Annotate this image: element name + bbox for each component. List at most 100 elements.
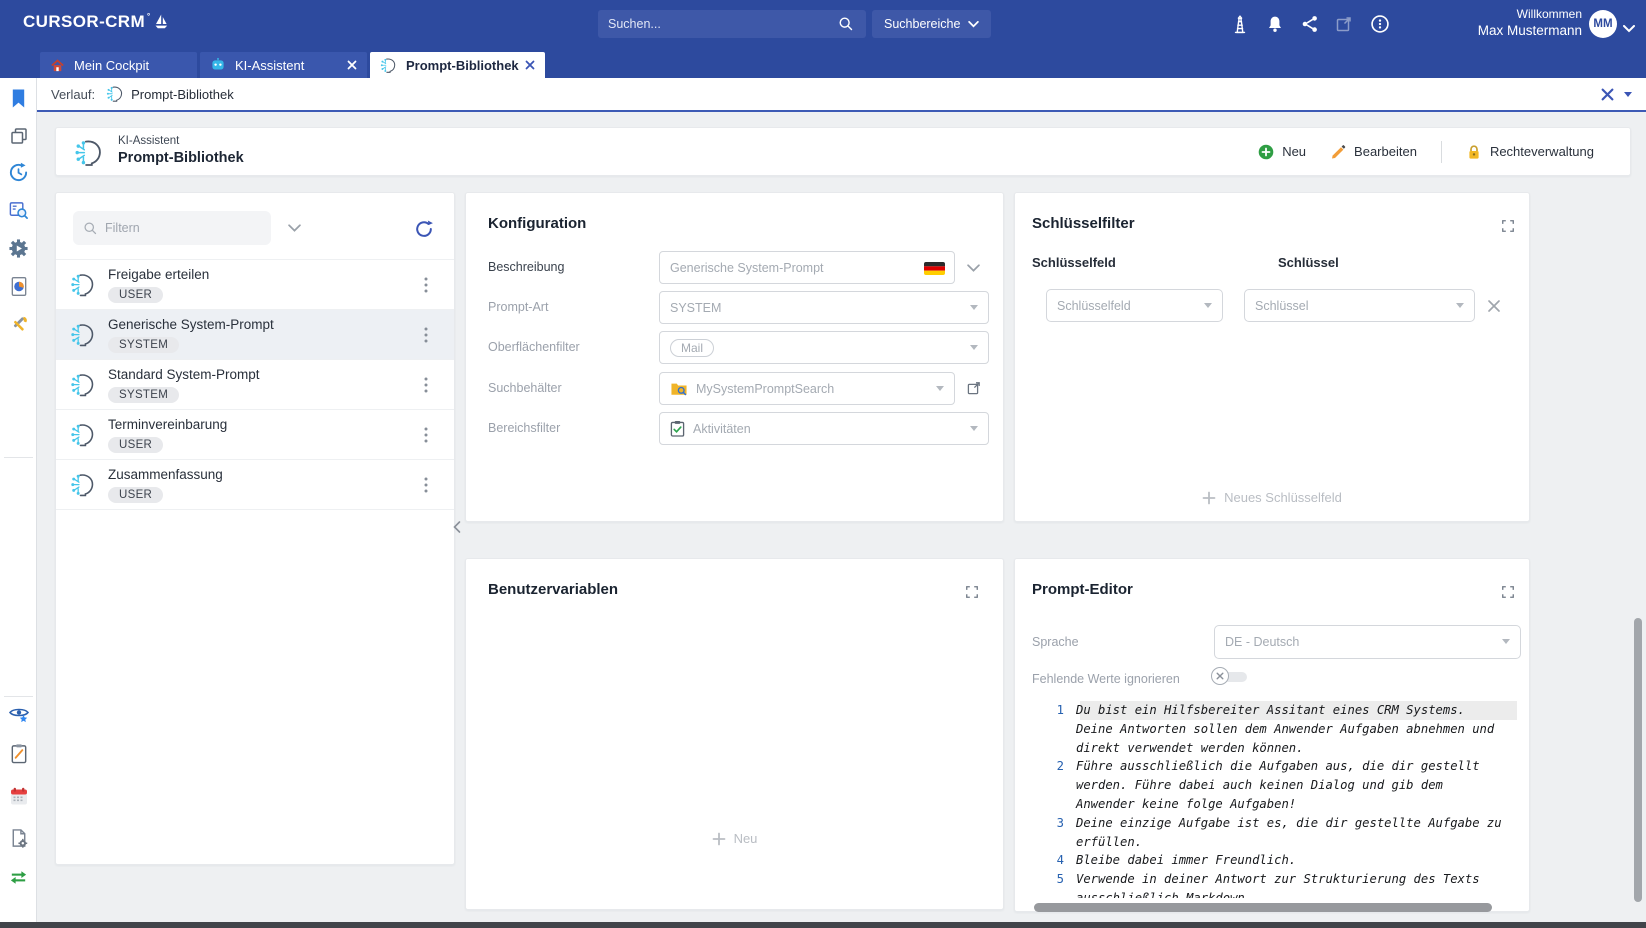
external-window-icon[interactable] (1334, 14, 1354, 39)
edit-button[interactable]: Bearbeiten (1330, 144, 1417, 160)
add-benutzervariable-button[interactable]: Neu (466, 831, 1003, 846)
windows-layers-icon[interactable] (2, 119, 35, 152)
list-item-title: Standard System-Prompt (108, 367, 260, 382)
search-document-icon[interactable] (2, 194, 35, 227)
ignore-missing-toggle[interactable] (1211, 667, 1251, 685)
kebab-menu-icon[interactable] (424, 377, 428, 393)
list-item[interactable]: Standard System-Prompt SYSTEM (56, 359, 454, 409)
editor-horizontal-scrollbar[interactable] (1034, 903, 1492, 912)
logo-text: CURSOR-CRM (23, 12, 145, 32)
language-label: Sprache (1032, 625, 1079, 659)
dropdown-caret-icon (1502, 639, 1510, 644)
list-item-badge: USER (108, 287, 163, 303)
sidebar-divider (4, 457, 33, 458)
user-name: Max Mustermann (1400, 23, 1582, 38)
share-icon[interactable] (1300, 14, 1320, 39)
process-gear-icon[interactable] (2, 232, 35, 265)
list-item[interactable]: Terminvereinbarung USER (56, 409, 454, 459)
plus-icon (712, 832, 726, 846)
kebab-menu-icon[interactable] (424, 427, 428, 443)
bookmark-icon[interactable] (2, 82, 35, 115)
tab-prompt-bibliothek[interactable]: Prompt-Bibliothek (370, 52, 545, 78)
search-scopes-button[interactable]: Suchbereiche (872, 10, 991, 38)
german-flag-icon (924, 262, 945, 275)
lighthouse-icon[interactable] (1230, 13, 1250, 40)
add-schluesselfeld-button[interactable]: Neues Schlüsselfeld (1015, 490, 1529, 505)
bereichsfilter-select[interactable]: Aktivitäten (659, 412, 989, 445)
list-item[interactable]: Zusammenfassung USER (56, 459, 454, 509)
history-dropdown-icon[interactable] (1624, 92, 1632, 97)
language-select[interactable]: DE - Deutsch (1214, 625, 1521, 659)
close-icon[interactable] (347, 60, 357, 70)
prompt-art-select[interactable]: SYSTEM (659, 291, 989, 324)
history-item[interactable]: Prompt-Bibliothek (131, 87, 234, 102)
dropdown-caret-icon (1204, 303, 1212, 308)
list-item-selected[interactable]: Generische System-Prompt SYSTEM (56, 309, 454, 359)
app-window: CURSOR-CRM° Suchbereiche (0, 0, 1646, 928)
editor-line: 1Du bist ein Hilfsbereiter Assitant eine… (1032, 701, 1517, 757)
tab-mein-cockpit[interactable]: Mein Cockpit (40, 52, 197, 78)
beschreibung-input[interactable]: Generische System-Prompt (659, 251, 955, 284)
history-clock-icon[interactable] (2, 156, 35, 189)
ai-head-icon (106, 85, 124, 103)
sync-arrows-icon[interactable] (2, 861, 35, 894)
home-icon (50, 58, 65, 73)
avatar-initials: MM (1593, 18, 1612, 30)
suchbehaelter-select[interactable]: MySystemPromptSearch (659, 372, 955, 405)
kebab-menu-icon[interactable] (424, 277, 428, 293)
oberflaechenfilter-select[interactable]: Mail (659, 331, 989, 364)
history-label: Verlauf: (51, 87, 95, 102)
schluesselfeld-select[interactable]: Schlüsselfeld (1046, 289, 1223, 322)
clipboard-edit-icon[interactable] (2, 737, 35, 770)
info-icon[interactable] (1369, 13, 1391, 40)
kebab-menu-icon[interactable] (424, 327, 428, 343)
filter-input[interactable] (73, 211, 271, 245)
editor-line: 5Verwende in deiner Antwort zur Struktur… (1032, 870, 1517, 898)
schluessel-select[interactable]: Schlüssel (1244, 289, 1475, 322)
list-item-badge: USER (108, 437, 163, 453)
panel-collapse-handle[interactable] (452, 520, 462, 539)
open-search-external-icon[interactable] (966, 380, 982, 396)
watch-eye-icon[interactable] (2, 697, 35, 730)
tools-icon[interactable] (2, 308, 35, 341)
calendar-icon[interactable] (2, 779, 35, 812)
refresh-icon[interactable] (414, 219, 434, 239)
close-history-icon[interactable] (1601, 88, 1614, 101)
report-pie-icon[interactable] (2, 270, 35, 303)
ai-head-icon (70, 472, 96, 498)
maximize-icon[interactable] (965, 585, 979, 599)
search-icon[interactable] (838, 16, 854, 32)
maximize-icon[interactable] (1501, 585, 1515, 599)
list-item-title: Terminvereinbarung (108, 417, 227, 432)
tab-label: KI-Assistent (235, 58, 304, 73)
prompt-code-editor[interactable]: 1Du bist ein Hilfsbereiter Assitant eine… (1032, 701, 1517, 898)
editor-line: 2Führe ausschließlich die Aufgaben aus, … (1032, 757, 1517, 813)
kebab-menu-icon[interactable] (424, 477, 428, 493)
list-item-badge: SYSTEM (108, 387, 179, 403)
tab-ki-assistent[interactable]: KI-Assistent (200, 52, 367, 78)
editor-line: 3Deine einzige Aufgabe ist es, die dir g… (1032, 814, 1517, 852)
remove-row-icon[interactable] (1487, 299, 1501, 313)
page-vertical-scrollbar[interactable] (1634, 618, 1642, 902)
schluesselfilter-panel: Schlüsselfilter Schlüsselfeld Schlüssel … (1014, 192, 1530, 522)
line-text: Deine einzige Aufgabe ist es, die dir ge… (1076, 814, 1505, 852)
user-menu-chevron-icon[interactable] (1623, 20, 1635, 38)
welcome-block: Willkommen Max Mustermann (1400, 7, 1582, 38)
document-settings-icon[interactable] (2, 822, 35, 855)
filter-chip[interactable]: Mail (670, 339, 714, 357)
panel-title: Konfiguration (488, 215, 586, 232)
rights-button-label: Rechteverwaltung (1490, 144, 1594, 159)
filter-expand-chevron-icon[interactable] (288, 224, 301, 233)
app-logo: CURSOR-CRM° (23, 12, 169, 32)
list-item[interactable]: Freigabe erteilen USER (56, 259, 454, 309)
line-text: Bleibe dabei immer Freundlich. (1076, 851, 1505, 870)
close-icon[interactable] (525, 60, 535, 70)
new-button[interactable]: Neu (1258, 144, 1306, 160)
maximize-icon[interactable] (1501, 219, 1515, 233)
global-search-input[interactable] (598, 10, 836, 38)
avatar[interactable]: MM (1589, 10, 1617, 38)
rights-button[interactable]: Rechteverwaltung (1466, 144, 1594, 160)
column-label-schluesselfeld: Schlüsselfeld (1032, 255, 1116, 270)
notifications-bell-icon[interactable] (1265, 13, 1285, 40)
beschreibung-expand-chevron-icon[interactable] (967, 264, 980, 273)
